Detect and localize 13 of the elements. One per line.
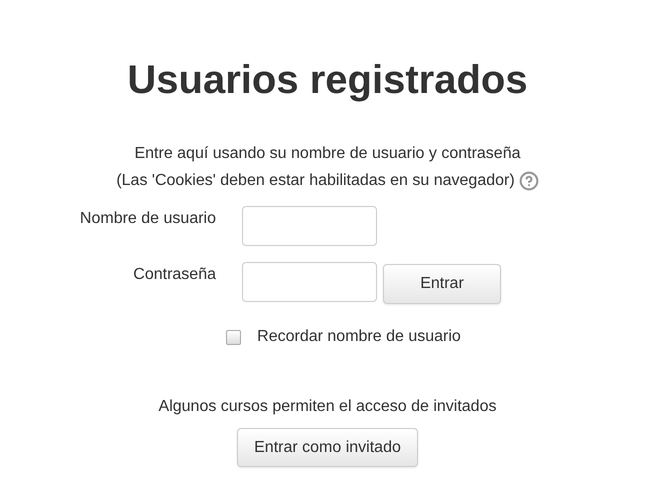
field-label: Contraseña bbox=[133, 265, 216, 284]
field-label: Nombre de usuario bbox=[80, 209, 216, 228]
remember-checkbox[interactable] bbox=[226, 330, 242, 344]
intro-text: (Las 'Cookies' deben estar habilitadas en su navegador) bbox=[116, 171, 515, 191]
page-title: Usuarios registrados bbox=[127, 57, 528, 104]
intro-text: Entre aquí usando su nombre de usuario y contraseña bbox=[134, 144, 520, 164]
remember-label: Recordar nombre de usuario bbox=[257, 328, 461, 346]
input-field[interactable] bbox=[242, 206, 377, 246]
input-field[interactable] bbox=[242, 262, 377, 302]
guest-text: Algunos cursos permiten el acceso de invitados bbox=[158, 398, 496, 416]
help-icon[interactable] bbox=[518, 170, 539, 190]
guest-login-button[interactable]: Entrar como invitado bbox=[237, 428, 418, 467]
login-button[interactable]: Entrar bbox=[383, 264, 501, 304]
